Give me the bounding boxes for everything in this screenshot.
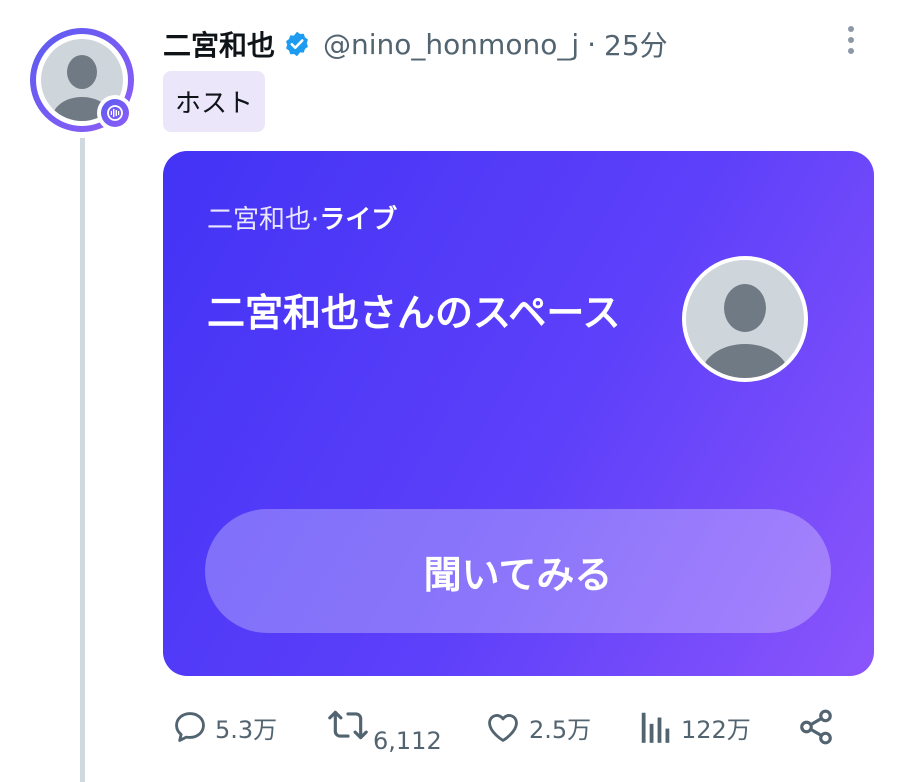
space-status: 二宮和也·ライブ (207, 199, 397, 236)
share-button[interactable] (797, 708, 835, 746)
host-badge (97, 95, 133, 131)
space-title: 二宮和也さんのスペース (207, 291, 621, 335)
space-host-avatar (682, 256, 808, 382)
tweet-header: 二宮和也 @nino_honmono_j · 25分 (163, 22, 668, 66)
separator: · (587, 27, 597, 61)
views-button[interactable]: 122万 (639, 708, 751, 746)
view-count: 122万 (681, 715, 751, 744)
space-host-name: 二宮和也 (207, 205, 312, 235)
display-name[interactable]: 二宮和也 (163, 24, 275, 64)
live-label: ライブ (319, 205, 398, 235)
retweet-button[interactable]: 6,112 (327, 706, 442, 755)
thread-line (80, 138, 85, 782)
retweet-count: 6,112 (373, 727, 442, 755)
retweet-icon (328, 710, 368, 740)
author-avatar[interactable] (30, 28, 134, 132)
listen-button[interactable]: 聞いてみる (205, 509, 831, 633)
default-avatar-icon (701, 284, 789, 378)
bar-chart-icon (641, 712, 670, 743)
timestamp[interactable]: 25分 (604, 24, 668, 64)
share-icon (800, 709, 832, 745)
heart-icon (488, 714, 518, 742)
verified-badge-icon (286, 31, 308, 57)
microphone-icon (107, 105, 123, 121)
host-tag: ホスト (163, 71, 266, 132)
handle[interactable]: @nino_honmono_j (323, 28, 579, 61)
reply-button[interactable]: 5.3万 (171, 708, 277, 746)
reply-count: 5.3万 (215, 715, 278, 744)
action-bar: 5.3万 6,112 2.5万 122万 (163, 700, 874, 770)
space-card[interactable]: 二宮和也·ライブ 二宮和也さんのスペース 聞いてみる (163, 151, 874, 676)
more-vertical-icon[interactable] (838, 22, 864, 58)
like-button[interactable]: 2.5万 (483, 708, 591, 746)
like-count: 2.5万 (529, 715, 592, 744)
reply-icon (175, 712, 205, 742)
